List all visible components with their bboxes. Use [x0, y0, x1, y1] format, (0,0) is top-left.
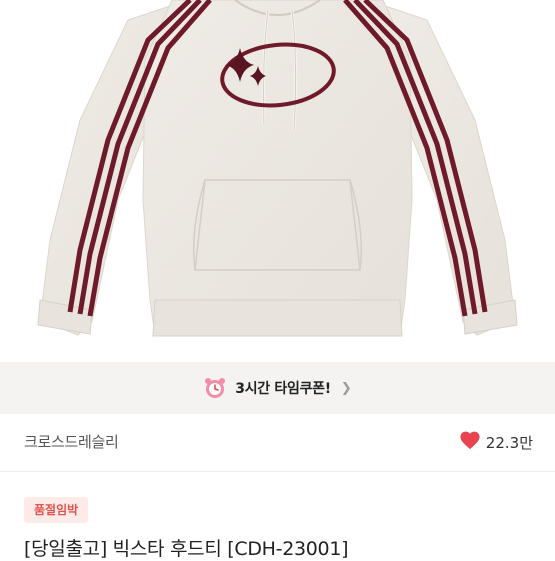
hoodie-illustration	[37, 0, 518, 337]
alarm-clock-icon	[203, 376, 227, 400]
store-info-row: 크로스드레슬리 22.3만	[0, 414, 555, 472]
product-image[interactable]	[0, 0, 555, 362]
coupon-label: 3시간 타임쿠폰!	[235, 381, 331, 397]
like-button[interactable]: 22.3만	[459, 430, 533, 454]
like-count: 22.3만	[485, 433, 533, 452]
store-name-link[interactable]: 크로스드레슬리	[24, 431, 119, 452]
chevron-right-icon: ❯	[340, 380, 352, 396]
status-badge: 품절임박	[24, 497, 89, 523]
heart-icon	[459, 430, 481, 454]
product-title: [당일출고] 빅스타 후드티 [CDH-23001]	[24, 538, 349, 560]
time-coupon-banner[interactable]: 3시간 타임쿠폰! ❯	[0, 362, 555, 414]
